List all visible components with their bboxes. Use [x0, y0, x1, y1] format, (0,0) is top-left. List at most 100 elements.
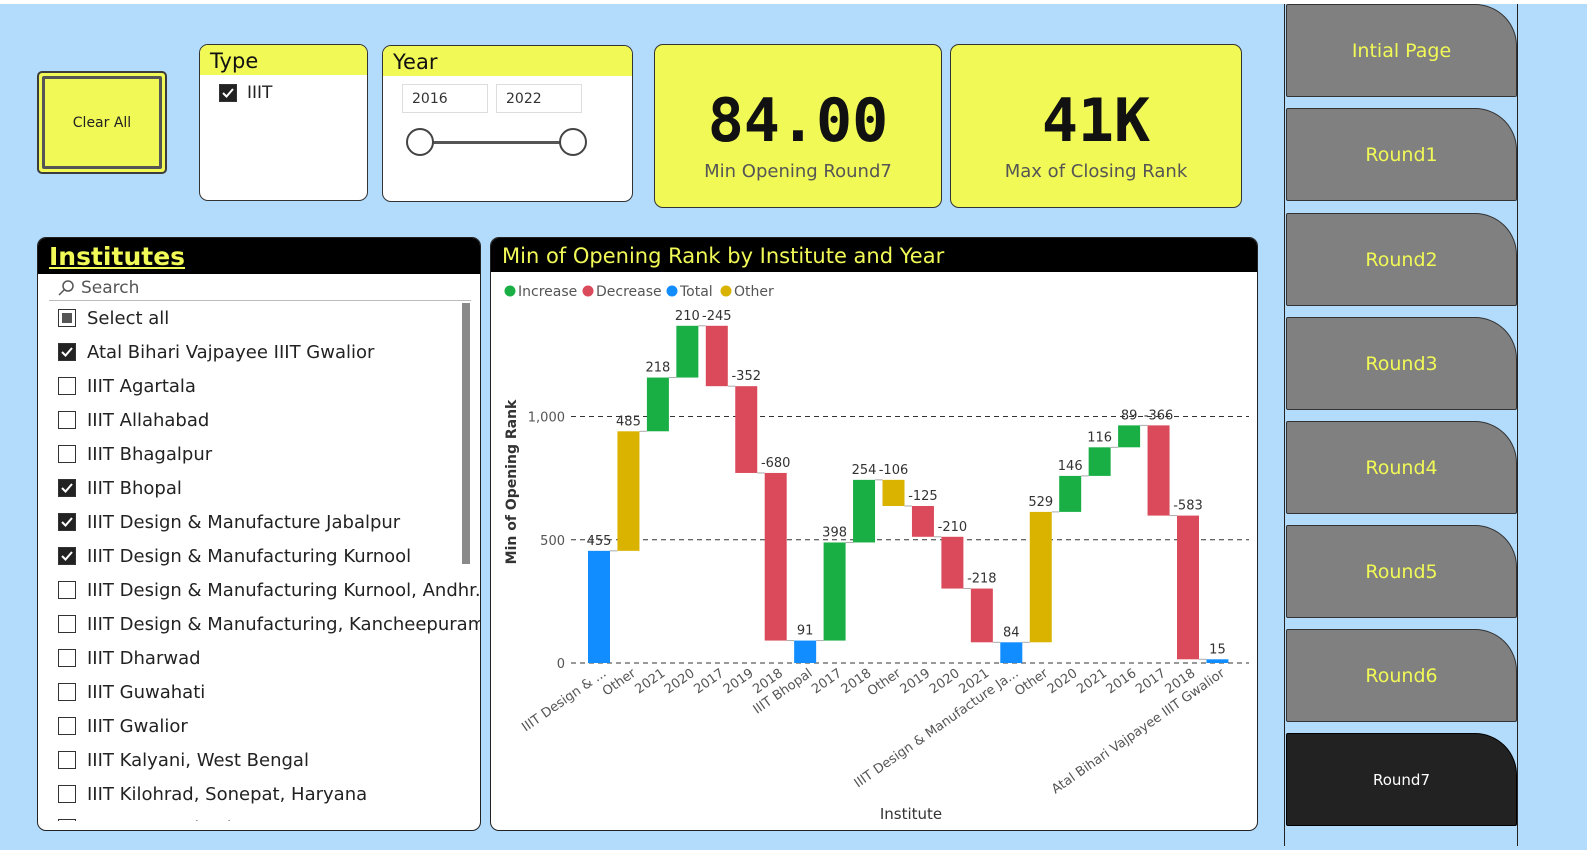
nav-button-intial-page[interactable]: Intial Page	[1286, 4, 1517, 97]
type-slicer: Type IIIT	[199, 44, 368, 201]
nav-button-round6[interactable]: Round6	[1286, 629, 1517, 722]
institute-list-item[interactable]: Select all	[38, 301, 480, 335]
waterfall-chart: Increase Decrease Total Other 0 500 1,000 Min o…	[504, 284, 1249, 823]
nav-button-label: Round1	[1365, 143, 1438, 166]
institute-list-item[interactable]: IIIT Agartala	[38, 369, 480, 403]
y-tick-label: 0	[557, 657, 565, 672]
slider-handle-end[interactable]	[559, 128, 587, 156]
kpi-value: 41K	[1041, 86, 1151, 156]
x-tick-label: 2017	[1133, 666, 1169, 697]
waterfall-bar-decrease	[735, 386, 758, 473]
x-tick-label: 2021	[632, 666, 668, 697]
institute-list-item[interactable]: IIIT Design & Manufacturing Kurnool, And…	[38, 573, 480, 607]
waterfall-bar-increase	[646, 377, 669, 432]
nav-button-label: Round5	[1365, 560, 1438, 583]
list-scrollbar[interactable]	[462, 303, 470, 564]
institute-label: Atal Bihari Vajpayee IIIT Gwalior	[87, 341, 375, 363]
checkbox-icon[interactable]	[58, 751, 76, 769]
nav-button-label: Round6	[1365, 664, 1438, 687]
data-label: 485	[616, 414, 641, 429]
data-label: -210	[938, 520, 968, 535]
waterfall-bar-increase	[1118, 425, 1141, 448]
nav-button-round7[interactable]: Round7	[1286, 733, 1517, 826]
waterfall-bar-other	[617, 431, 640, 551]
checkbox-icon[interactable]	[58, 445, 76, 463]
x-tick-label: Other	[865, 666, 904, 700]
waterfall-bar-increase	[853, 479, 876, 543]
checkbox-icon[interactable]	[58, 785, 76, 803]
year-from-input[interactable]	[402, 84, 488, 113]
checkbox-icon[interactable]	[58, 683, 76, 701]
checkbox-icon[interactable]	[58, 717, 76, 735]
institute-label: IIIT Guwahati	[87, 681, 206, 703]
x-tick-label: 2017	[691, 666, 727, 697]
nav-button-label: Intial Page	[1351, 39, 1452, 62]
clear-all-label: Clear All	[72, 114, 132, 131]
nav-button-round1[interactable]: Round1	[1286, 108, 1517, 201]
x-axis-title: Institute	[880, 805, 942, 823]
nav-button-round3[interactable]: Round3	[1286, 317, 1517, 410]
checkbox-checked-icon[interactable]	[219, 84, 237, 102]
waterfall-bar-total	[794, 640, 817, 663]
nav-button-label: Round4	[1365, 456, 1438, 479]
data-label: -245	[702, 309, 732, 324]
checkbox-checked-icon[interactable]	[58, 479, 76, 497]
checkbox-icon[interactable]	[58, 819, 76, 821]
y-axis-title: Min of Opening Rank	[504, 399, 520, 564]
institute-list: Select all Atal Bihari Vajpayee IIIT Gwal…	[38, 301, 480, 821]
institute-list-item[interactable]: IIIT Bhopal	[38, 471, 480, 505]
kpi-label: Min Opening Round7	[704, 161, 892, 182]
nav-button-label: Round7	[1372, 770, 1430, 789]
institute-label: IIIT Bhagalpur	[87, 443, 213, 465]
institute-list-item[interactable]: IIIT Kalyani, West Bengal	[38, 743, 480, 777]
year-to-input[interactable]	[496, 84, 582, 113]
waterfall-bar-total	[588, 550, 610, 663]
x-tick-label: 2017	[809, 666, 845, 697]
institute-list-item[interactable]: IIIT Bhagalpur	[38, 437, 480, 471]
legend-marker-other	[720, 285, 732, 297]
institute-list-item[interactable]: IIIT Design & Manufacture Jabalpur	[38, 505, 480, 539]
institutes-slicer: Institutes Search Select all Atal Bihari …	[37, 237, 481, 831]
checkbox-icon[interactable]	[58, 615, 76, 633]
institute-list-item[interactable]: Atal Bihari Vajpayee IIIT Gwalior	[38, 335, 480, 369]
nav-button-round4[interactable]: Round4	[1286, 421, 1517, 514]
type-option-iiit[interactable]: IIIT	[200, 75, 367, 103]
data-label: -583	[1173, 499, 1203, 514]
waterfall-bar-total	[1000, 642, 1023, 663]
data-label: 146	[1058, 459, 1083, 474]
institute-list-item[interactable]: IIIT Allahabad	[38, 403, 480, 437]
slider-handle-start[interactable]	[406, 128, 434, 156]
waterfall-bar-other	[1029, 511, 1052, 643]
waterfall-bar-increase	[1088, 447, 1111, 476]
checkbox-checked-icon[interactable]	[58, 547, 76, 565]
institute-list-item[interactable]: IIIT Guwahati	[38, 675, 480, 709]
nav-button-round5[interactable]: Round5	[1286, 525, 1517, 618]
year-slicer-title: Year	[383, 46, 632, 76]
institute-list-item[interactable]: IIIT Dharwad	[38, 641, 480, 675]
institute-list-item[interactable]: IIIT Kilohrad, Sonepat, Haryana	[38, 777, 480, 811]
checkbox-icon[interactable]	[58, 377, 76, 395]
data-label: 455	[587, 534, 612, 549]
year-range-slider[interactable]	[406, 127, 587, 157]
checkbox-icon[interactable]	[58, 581, 76, 599]
checkbox-checked-icon[interactable]	[58, 343, 76, 361]
checkbox-checked-icon[interactable]	[58, 513, 76, 531]
checkbox-icon[interactable]	[58, 309, 76, 327]
clear-all-button[interactable]: Clear All	[37, 71, 167, 174]
institute-list-item[interactable]: IIIT Design & Manufacturing, Kancheepura…	[38, 607, 480, 641]
x-tick-label: Other	[1012, 666, 1051, 700]
year-slicer: Year	[382, 45, 633, 202]
institute-search-input[interactable]: Search	[49, 276, 471, 301]
institute-list-item[interactable]: IIIT Gwalior	[38, 709, 480, 743]
institute-list-item[interactable]: IIIT Kota, Rajasthan	[38, 811, 480, 821]
data-label: 15	[1209, 642, 1226, 657]
checkbox-icon[interactable]	[58, 411, 76, 429]
nav-button-round2[interactable]: Round2	[1286, 213, 1517, 306]
institute-label: IIIT Design & Manufacture Jabalpur	[87, 511, 401, 533]
institute-label: IIIT Agartala	[87, 375, 196, 397]
x-tick-label: 2020	[1045, 666, 1081, 697]
institute-list-item[interactable]: IIIT Design & Manufacturing Kurnool	[38, 539, 480, 573]
institute-label: IIIT Bhopal	[87, 477, 182, 499]
checkbox-icon[interactable]	[58, 649, 76, 667]
legend-label: Decrease	[596, 284, 662, 300]
